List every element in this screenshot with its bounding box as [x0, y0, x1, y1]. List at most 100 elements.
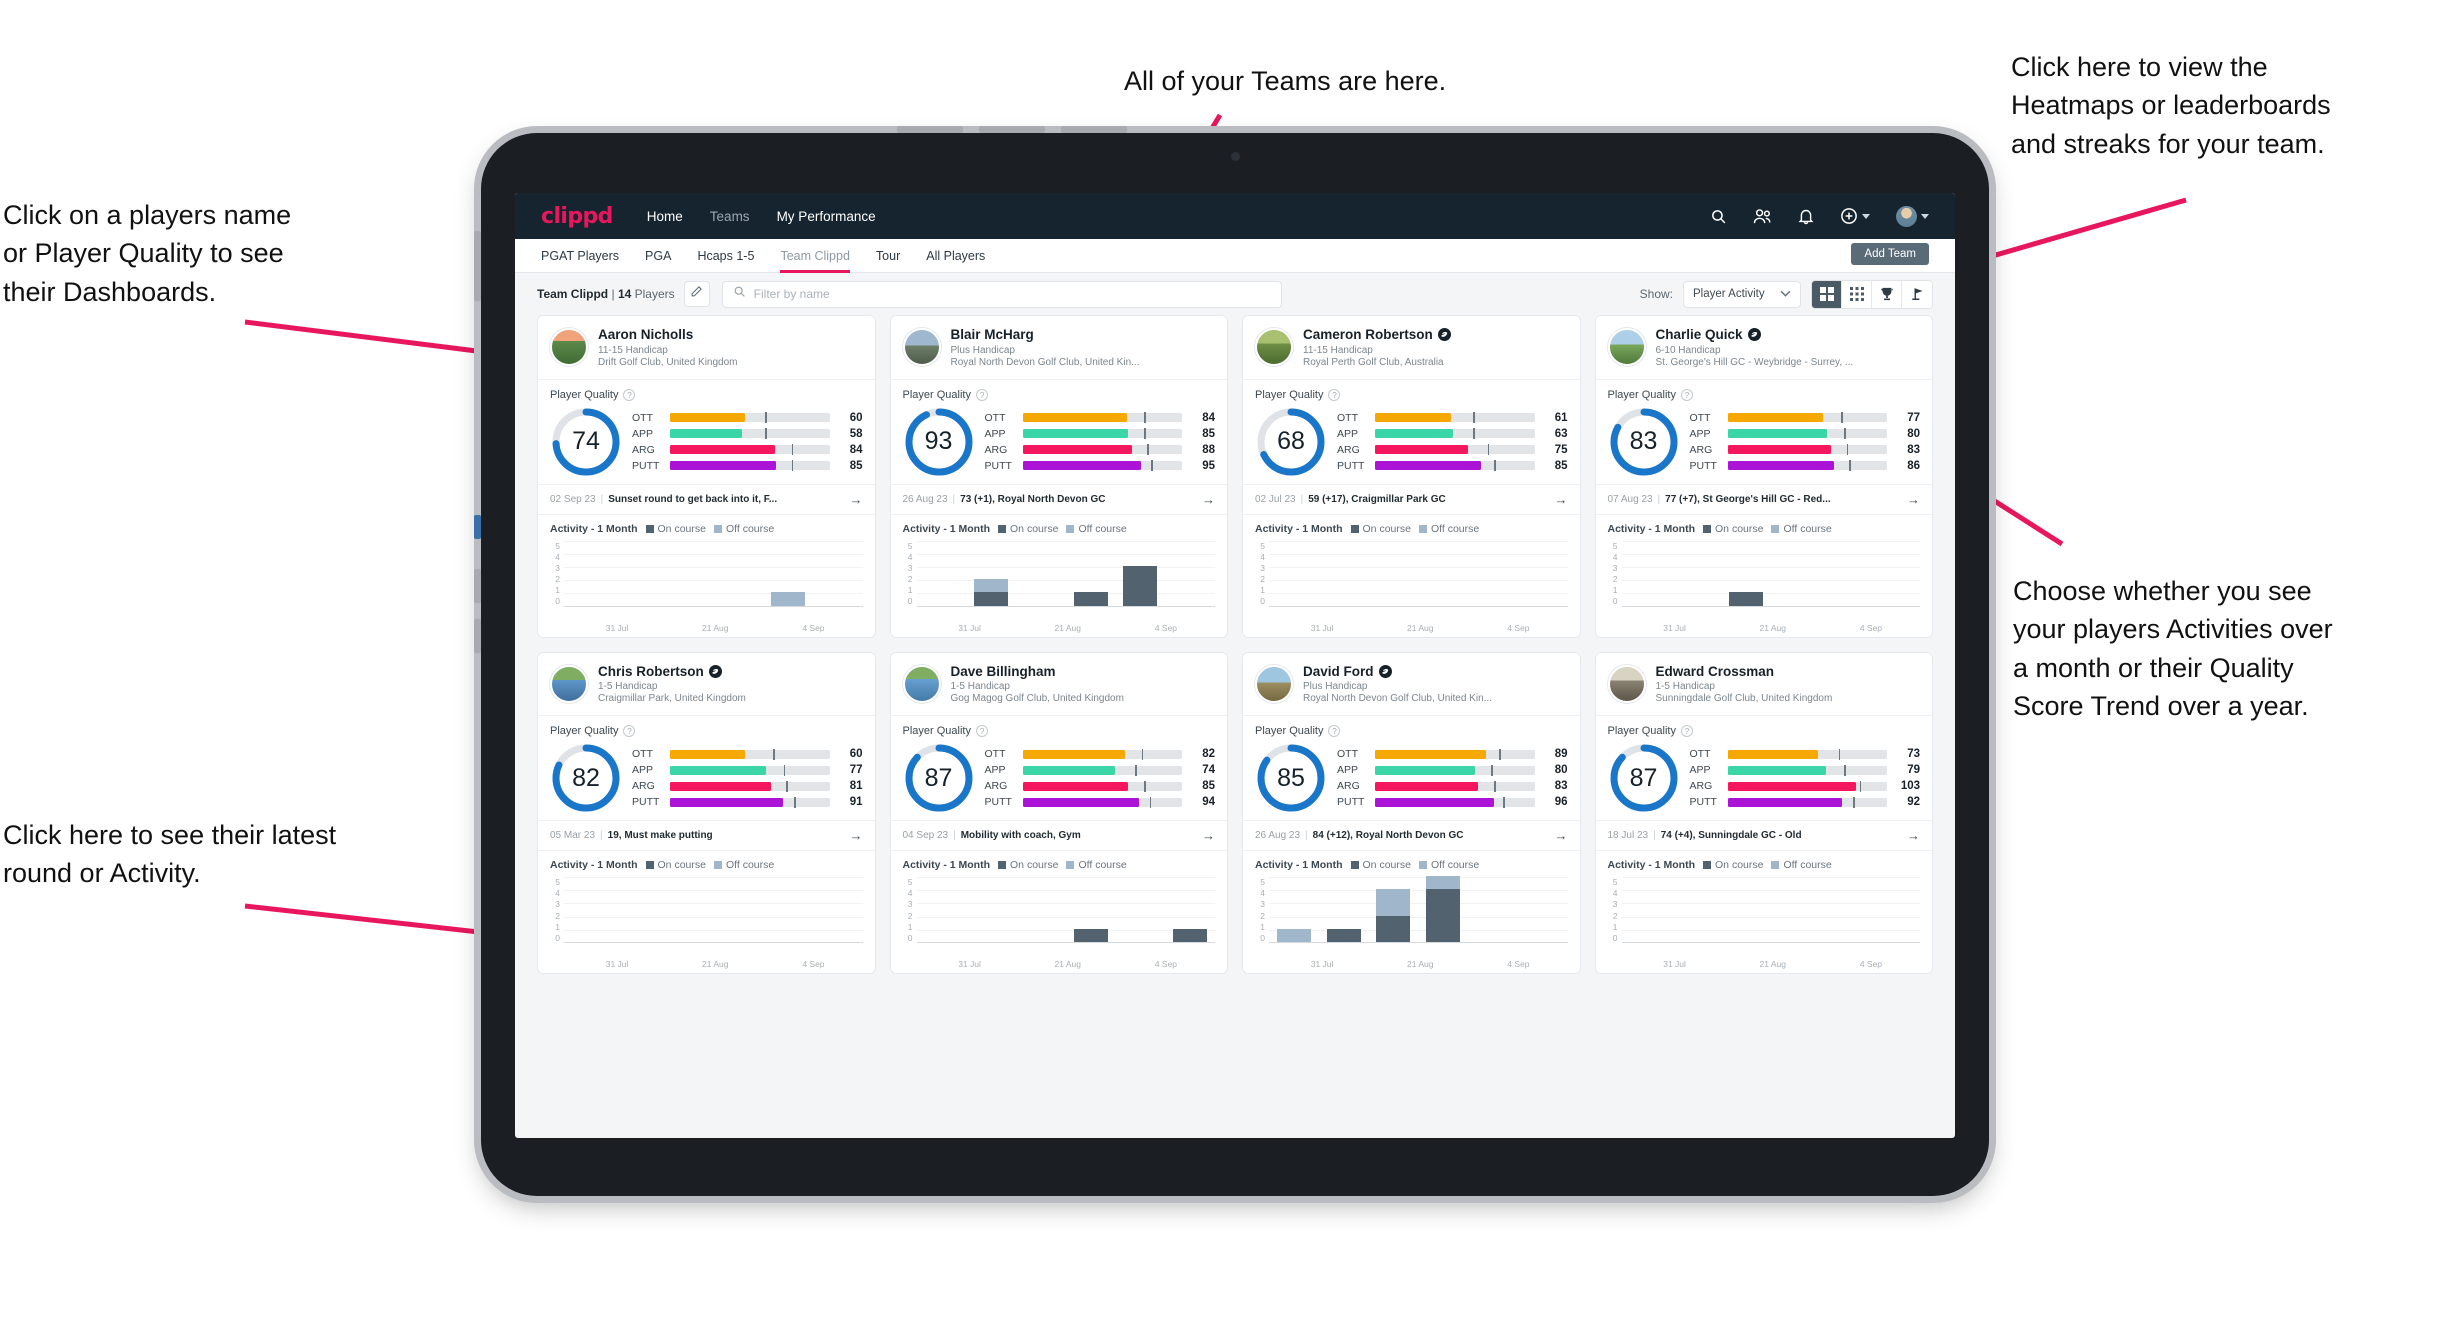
tab-tour[interactable]: Tour: [876, 239, 900, 273]
player-quality-section[interactable]: Player Quality? 87 OTT 82 APP 74 ARG 85 PUTT 94: [890, 716, 1227, 822]
plus-circle-icon[interactable]: [1840, 207, 1870, 225]
bell-icon[interactable]: [1798, 208, 1814, 225]
latest-round-row[interactable]: 26 Aug 23 | 73 (+1), Royal North Devon GC →: [890, 485, 1227, 515]
clippd-logo[interactable]: clippd: [541, 204, 613, 229]
y-axis-tick: 3: [555, 562, 560, 573]
chart-y-axis: 543210: [1255, 541, 1269, 607]
player-card-header[interactable]: Edward Crossman 1-5 Handicap Sunningdale G…: [1595, 653, 1932, 717]
help-icon[interactable]: ?: [1328, 388, 1341, 401]
player-quality-title: Player Quality?: [1255, 725, 1568, 738]
tab-team-clippd[interactable]: Team Clippd: [780, 239, 851, 273]
player-card-header[interactable]: Chris Robertson 1-5 Handicap Craigmillar P…: [538, 653, 875, 717]
filter-search-box[interactable]: [721, 280, 1282, 308]
people-icon[interactable]: [1753, 208, 1772, 225]
help-icon[interactable]: ?: [975, 725, 988, 738]
flag-view-button[interactable]: [1902, 280, 1932, 308]
grid-large-view-button[interactable]: [1812, 280, 1842, 308]
arrow-right-icon[interactable]: →: [1907, 492, 1920, 507]
latest-round-row[interactable]: 04 Sep 23 | Mobility with coach, Gym →: [890, 821, 1227, 852]
edit-team-button[interactable]: [683, 281, 710, 307]
player-name[interactable]: Edward Crossman: [1656, 664, 1833, 680]
arrow-right-icon[interactable]: →: [850, 492, 863, 507]
chart-bars: [1622, 877, 1921, 942]
chart-plot-area: [564, 540, 863, 607]
arrow-right-icon[interactable]: →: [1555, 828, 1568, 843]
arrow-right-icon[interactable]: →: [1555, 492, 1568, 507]
help-icon[interactable]: ?: [623, 725, 636, 738]
tab-hcaps-1-5[interactable]: Hcaps 1-5: [697, 239, 754, 273]
player-quality-section[interactable]: Player Quality? 68 OTT 61 APP 63 ARG 75 PUTT 85: [1243, 380, 1580, 485]
player-card-header[interactable]: Blair McHarg Plus Handicap Royal North Dev…: [890, 316, 1227, 380]
metric-bar-row: PUTT 94: [985, 796, 1216, 808]
help-icon[interactable]: ?: [623, 388, 636, 401]
player-card-header[interactable]: Cameron Robertson 11-15 Handicap Royal Per…: [1243, 316, 1580, 380]
player-card[interactable]: Chris Robertson 1-5 Handicap Craigmillar P…: [537, 651, 876, 975]
show-select[interactable]: Player Activity: [1683, 280, 1801, 308]
player-card[interactable]: Edward Crossman 1-5 Handicap Sunningdale G…: [1594, 651, 1933, 975]
grid-small-view-button[interactable]: [1842, 280, 1872, 308]
latest-round-row[interactable]: 02 Jul 23 | 59 (+17), Craigmillar Park GC →: [1243, 485, 1580, 515]
chart-bar-slot: [1165, 541, 1215, 606]
metric-bar-tick: [1472, 412, 1475, 424]
tab-all-players[interactable]: All Players: [926, 239, 985, 273]
chart-bar-slot: [966, 541, 1016, 606]
player-quality-section[interactable]: Player Quality? 85 OTT 89 APP 80 ARG 83 PUTT 96: [1243, 716, 1580, 822]
player-quality-section[interactable]: Player Quality? 83 OTT 77 APP 80 ARG 83 PUTT 86: [1595, 380, 1932, 485]
tab-pgat-players[interactable]: PGAT Players: [541, 239, 619, 273]
player-quality-section[interactable]: Player Quality? 93 OTT 84 APP 85 ARG 88 PUTT 95: [890, 380, 1227, 485]
player-card[interactable]: David Ford Plus Handicap Royal North Devon…: [1242, 651, 1581, 975]
player-name[interactable]: Blair McHarg: [951, 327, 1140, 343]
latest-round-row[interactable]: 05 Mar 23 | 19, Must make putting →: [538, 821, 875, 852]
help-icon[interactable]: ?: [975, 388, 988, 401]
player-name[interactable]: Chris Robertson: [598, 664, 746, 680]
avatar: [1255, 328, 1293, 367]
arrow-right-icon[interactable]: →: [1202, 492, 1215, 507]
metric-bar-fill: [1727, 413, 1824, 423]
player-card[interactable]: Dave Billingham 1-5 Handicap Gog Magog Gol…: [889, 651, 1228, 975]
metric-bar-fill: [670, 781, 771, 791]
arrow-right-icon[interactable]: →: [1202, 828, 1215, 843]
activity-section: Activity - 1 Month On course Off course 5 4 3…: [538, 515, 875, 637]
player-card[interactable]: Cameron Robertson 11-15 Handicap Royal Per…: [1242, 315, 1581, 638]
player-card[interactable]: Blair McHarg Plus Handicap Royal North Dev…: [889, 315, 1228, 638]
player-quality-section[interactable]: Player Quality? 82 OTT 60 APP 77 ARG 81 PUTT 91: [538, 716, 875, 822]
player-quality-section[interactable]: Player Quality? 87 OTT 73 APP 79 ARG 103 PUTT 92: [1595, 716, 1932, 822]
help-icon[interactable]: ?: [1680, 388, 1693, 401]
search-icon[interactable]: [1710, 208, 1727, 225]
nav-link-my-performance[interactable]: My Performance: [777, 209, 876, 224]
help-icon[interactable]: ?: [1680, 725, 1693, 738]
view-toggle-group: [1811, 279, 1933, 309]
chart-bar-slot: [1269, 877, 1319, 943]
arrow-right-icon[interactable]: →: [850, 828, 863, 843]
help-icon[interactable]: ?: [1328, 725, 1341, 738]
legend-swatch-on: [998, 861, 1007, 870]
tab-pga[interactable]: PGA: [645, 239, 671, 273]
player-card[interactable]: Aaron Nicholls 11-15 Handicap Drift Golf C…: [537, 315, 876, 638]
search-input[interactable]: [753, 287, 1271, 301]
player-card-header[interactable]: David Ford Plus Handicap Royal North Devon…: [1243, 653, 1580, 717]
latest-round-row[interactable]: 02 Sep 23 | Sunset round to get back into …: [538, 485, 875, 515]
metric-bar-row: ARG 83: [1690, 444, 1921, 456]
player-quality-section[interactable]: Player Quality? 74 OTT 60 APP 58 ARG 84 PUTT 85: [538, 380, 875, 485]
player-name[interactable]: Cameron Robertson: [1303, 327, 1451, 343]
player-name[interactable]: Aaron Nicholls: [598, 327, 738, 343]
activity-header: Activity - 1 Month On course Off course: [1608, 859, 1921, 871]
add-team-button[interactable]: Add Team: [1851, 243, 1929, 265]
nav-link-teams[interactable]: Teams: [710, 209, 750, 224]
player-name[interactable]: Dave Billingham: [951, 664, 1124, 680]
activity-section: Activity - 1 Month On course Off course 5 4 3…: [1596, 851, 1933, 973]
player-card-header[interactable]: Dave Billingham 1-5 Handicap Gog Magog Gol…: [890, 653, 1227, 717]
player-name[interactable]: David Ford: [1303, 664, 1492, 680]
player-name[interactable]: Charlie Quick: [1656, 327, 1854, 343]
latest-round-row[interactable]: 07 Aug 23 | 77 (+7), St George's Hill GC -…: [1595, 485, 1932, 515]
arrow-right-icon[interactable]: →: [1907, 828, 1920, 843]
player-card[interactable]: Charlie Quick 6-10 Handicap St. George's H…: [1594, 315, 1933, 638]
trophy-view-button[interactable]: [1872, 280, 1902, 308]
player-handicap: 6-10 Handicap: [1655, 344, 1721, 356]
nav-link-home[interactable]: Home: [647, 209, 683, 224]
player-card-header[interactable]: Charlie Quick 6-10 Handicap St. George's H…: [1595, 316, 1932, 380]
player-card-header[interactable]: Aaron Nicholls 11-15 Handicap Drift Golf C…: [538, 316, 875, 380]
latest-round-row[interactable]: 26 Aug 23 | 84 (+12), Royal North Devon GC…: [1243, 821, 1580, 852]
latest-round-row[interactable]: 18 Jul 23 | 74 (+4), Sunningdale GC - Old →: [1595, 821, 1932, 852]
avatar-menu[interactable]: [1896, 205, 1929, 227]
